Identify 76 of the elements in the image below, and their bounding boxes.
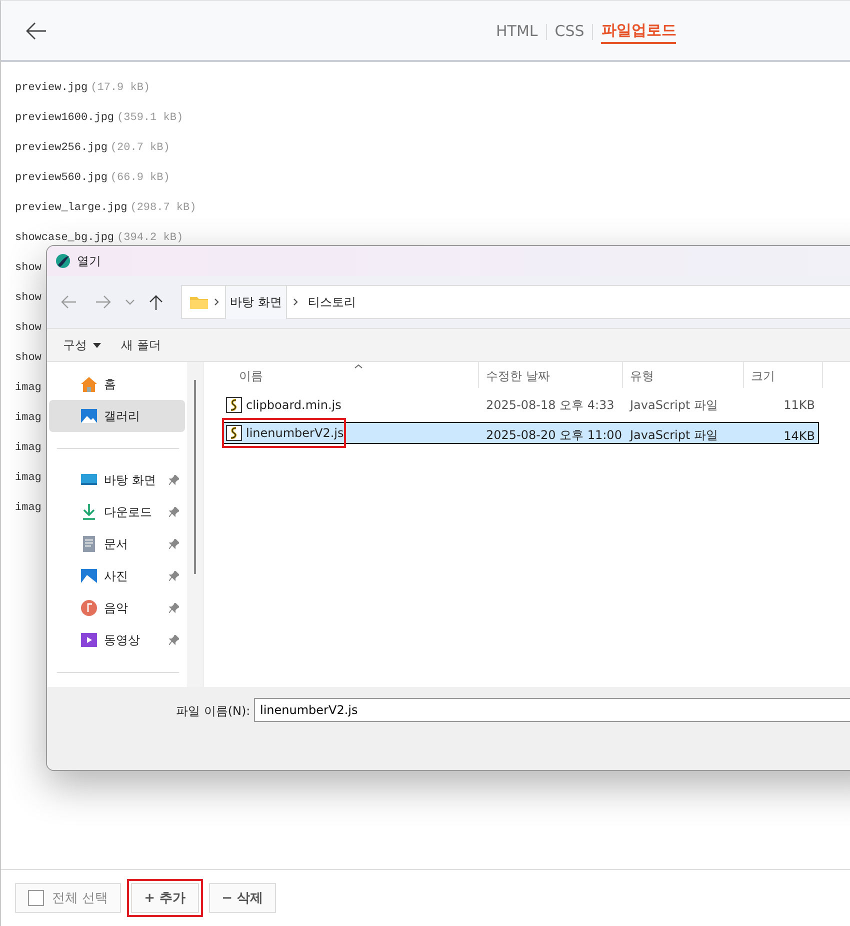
scrollbar[interactable]: [187, 362, 203, 687]
video-icon: [80, 631, 98, 649]
select-all-label: 전체 선택: [52, 890, 108, 907]
file-size: 14KB: [782, 428, 816, 442]
file-name: show: [15, 291, 42, 306]
new-folder-button[interactable]: 새 폴더: [121, 336, 161, 354]
file-name: imag: [15, 501, 42, 516]
file-size: (298.7 kB): [130, 201, 196, 216]
document-icon: [80, 535, 98, 553]
file-size: 11KB: [782, 398, 816, 412]
back-arrow-icon[interactable]: [25, 22, 47, 40]
chevron-right-icon: [214, 298, 219, 306]
sidebar-item[interactable]: 바탕 화면: [49, 464, 185, 496]
modified-date: 2025-08-20 오후 11:00: [485, 427, 623, 444]
file-size: (359.1 kB): [117, 111, 184, 126]
sidebar-item[interactable]: 다운로드: [49, 496, 185, 528]
sidebar-item[interactable]: 홈: [49, 368, 185, 400]
tab[interactable]: CSS: [554, 20, 584, 44]
add-button[interactable]: + 추가: [131, 883, 199, 913]
forward-icon[interactable]: [95, 295, 111, 309]
organize-menu-button[interactable]: 구성: [63, 336, 101, 354]
modified-date: 2025-08-18 오후 4:33: [485, 396, 616, 414]
script-file-icon: [226, 425, 242, 441]
gallery-icon: [80, 407, 98, 425]
file-name: preview.jpg: [15, 81, 88, 96]
file-name: show: [15, 321, 42, 336]
file-name: preview560.jpg: [15, 171, 108, 186]
sidebar-item[interactable]: 동영상: [49, 624, 185, 656]
filename-label: 파일 이름(N):: [176, 703, 252, 720]
sidebar-item[interactable]: 음악: [49, 592, 185, 624]
file-name: show: [15, 351, 42, 366]
file-name: imag: [15, 441, 42, 456]
file-name: imag: [15, 471, 42, 486]
file-name: linenumberV2.js: [246, 426, 344, 440]
file-name: preview_large.jpg: [15, 201, 128, 216]
file-type: JavaScript 파일: [628, 396, 719, 414]
folder-icon: [190, 295, 208, 309]
file-name: imag: [15, 381, 42, 396]
home-icon: [80, 375, 98, 393]
music-icon: [80, 599, 98, 617]
file-size: (394.2 kB): [117, 231, 184, 246]
file-name: preview1600.jpg: [15, 111, 114, 126]
column-header[interactable]: 크기: [744, 362, 823, 388]
file-row[interactable]: clipboard.min.js 2025-08-18 오후 4:33 JavaScript 파일 11KB: [223, 394, 819, 416]
tab[interactable]: HTML: [496, 20, 538, 44]
sidebar-item[interactable]: 갤러리: [49, 400, 185, 432]
file-name: clipboard.min.js: [246, 398, 342, 412]
download-icon: [80, 503, 98, 521]
address-bar[interactable]: 바탕 화면 티스토리: [181, 285, 850, 319]
file-size: (20.7 kB): [110, 141, 170, 156]
sidebar-item[interactable]: 사진: [49, 560, 185, 592]
column-header[interactable]: 수정한 날짜: [479, 362, 623, 388]
file-name: preview256.jpg: [15, 141, 108, 156]
sort-caret-icon: [354, 364, 363, 369]
file-size: (17.9 kB): [90, 81, 150, 96]
file-size: (66.9 kB): [110, 171, 170, 186]
app-logo-icon: [55, 253, 71, 269]
up-arrow-icon[interactable]: [149, 294, 163, 310]
dialog-title: 열기: [77, 252, 101, 270]
file-name: showcase_bg.jpg: [15, 231, 114, 246]
delete-button[interactable]: − 삭제: [208, 883, 276, 913]
file-type: JavaScript 파일: [628, 427, 719, 444]
checkbox[interactable]: [28, 890, 44, 906]
photo-icon: [80, 567, 98, 585]
chevron-right-icon: [292, 298, 298, 306]
breadcrumb-item[interactable]: 티스토리: [304, 286, 360, 318]
file-name: show: [15, 261, 42, 276]
column-header[interactable]: 유형: [623, 362, 744, 388]
sidebar-item[interactable]: 문서: [49, 528, 185, 560]
filename-field[interactable]: linenumberV2.js: [254, 698, 850, 722]
back-icon[interactable]: [61, 295, 77, 309]
breadcrumb-item[interactable]: 바탕 화면: [225, 286, 287, 318]
chevron-down-icon[interactable]: [125, 299, 135, 305]
script-file-icon: [226, 397, 242, 413]
file-name: imag: [15, 411, 42, 426]
column-header[interactable]: 이름: [223, 362, 479, 388]
